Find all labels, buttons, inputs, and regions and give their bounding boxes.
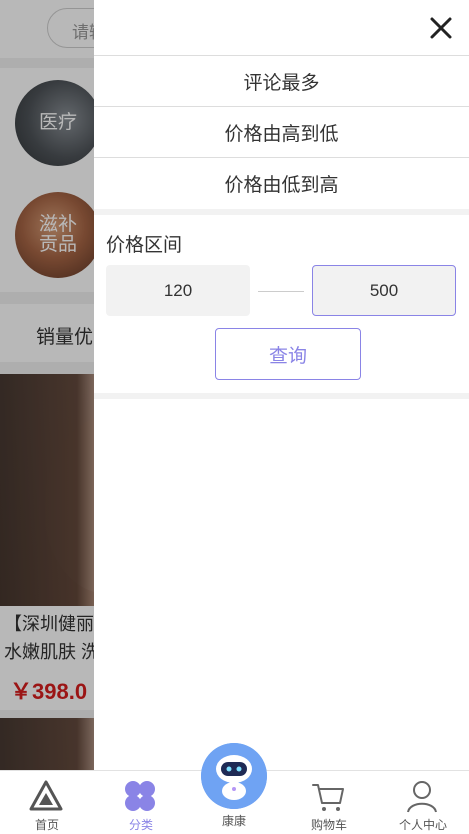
price-range-section: 价格区间 查询 (94, 215, 469, 393)
cart-icon (312, 784, 344, 811)
query-button[interactable]: 查询 (215, 328, 361, 380)
divider (94, 393, 469, 399)
category-clover-icon (125, 781, 155, 811)
tab-label: 首页 (34, 818, 59, 832)
sort-option-most-comments[interactable]: 评论最多 (94, 56, 469, 107)
price-min-input[interactable] (106, 265, 250, 316)
user-icon (407, 781, 437, 813)
tab-label: 康康 (221, 814, 246, 828)
tab-kangkang[interactable]: 康康 (187, 743, 281, 834)
sort-option-price-low-to-high[interactable]: 价格由低到高 (94, 158, 469, 209)
drawer-header (94, 0, 469, 56)
tab-profile[interactable]: 个人中心 (376, 771, 469, 834)
tab-label: 购物车 (310, 818, 347, 832)
price-range-dash (258, 291, 304, 292)
home-triangle-icon (29, 780, 63, 811)
filter-drawer: 评论最多 价格由高到低 价格由低到高 价格区间 查询 (94, 0, 469, 770)
tab-label: 个人中心 (398, 818, 447, 832)
price-range-title: 价格区间 (106, 235, 183, 256)
tab-label: 分类 (128, 818, 153, 832)
tab-cart[interactable]: 购物车 (282, 771, 376, 834)
tab-category[interactable]: 分类 (94, 771, 188, 834)
bottom-tab-bar: 首页 分类 康康 购物车 个人中心 (0, 743, 469, 834)
robot-assistant-icon (201, 743, 267, 809)
price-max-input[interactable] (312, 265, 456, 316)
tab-home[interactable]: 首页 (0, 771, 94, 834)
sort-option-price-high-to-low[interactable]: 价格由高到低 (94, 107, 469, 158)
close-icon[interactable] (429, 16, 453, 40)
